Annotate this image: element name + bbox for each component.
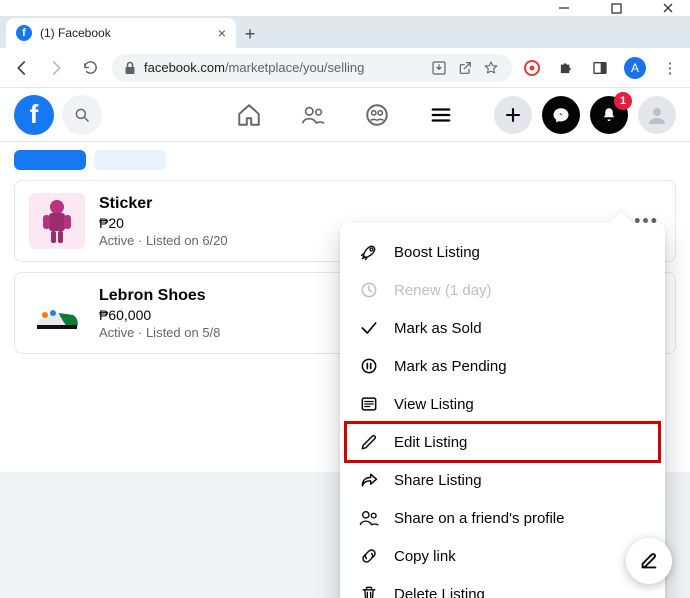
back-button[interactable]: [10, 56, 34, 80]
menu-share-listing[interactable]: Share Listing: [346, 461, 659, 499]
listing-meta: Active · Listed on 6/20: [99, 233, 228, 248]
listing-title: Sticker: [99, 195, 228, 213]
menu-label: Renew (1 day): [394, 282, 492, 299]
tab-close-icon[interactable]: ×: [218, 25, 226, 41]
extension-icons: A ⋮: [522, 57, 680, 79]
share-icon[interactable]: [456, 59, 474, 77]
install-app-icon[interactable]: [430, 59, 448, 77]
menu-label: Share Listing: [394, 472, 482, 489]
menu-label: Edit Listing: [394, 434, 467, 451]
menu-label: Boost Listing: [394, 244, 480, 261]
filter-pills: [14, 150, 676, 170]
menu-mark-pending[interactable]: Mark as Pending: [346, 347, 659, 385]
compose-fab[interactable]: [626, 538, 672, 584]
facebook-header: f 1: [0, 88, 690, 142]
listing-meta: Active · Listed on 5/8: [99, 325, 220, 340]
create-button[interactable]: [494, 96, 532, 134]
reload-button[interactable]: [78, 56, 102, 80]
share-arrow-icon: [358, 469, 380, 491]
menu-hamburger-icon[interactable]: [428, 102, 454, 128]
menu-label: Mark as Sold: [394, 320, 482, 337]
listing-thumbnail: [29, 193, 85, 249]
facebook-center-nav: [236, 102, 454, 128]
friends-icon[interactable]: [300, 102, 326, 128]
menu-mark-sold[interactable]: Mark as Sold: [346, 309, 659, 347]
menu-delete-listing[interactable]: Delete Listing: [346, 575, 659, 598]
facebook-right-nav: 1: [494, 96, 676, 134]
new-tab-button[interactable]: +: [236, 20, 264, 48]
link-icon: [358, 545, 380, 567]
groups-icon[interactable]: [364, 102, 390, 128]
browser-tabstrip: f (1) Facebook × +: [0, 16, 690, 48]
window-minimize-icon[interactable]: [556, 0, 572, 16]
chrome-menu-icon[interactable]: ⋮: [660, 58, 680, 78]
window-close-icon[interactable]: [660, 0, 676, 16]
pencil-icon: [358, 431, 380, 453]
clock-icon: [358, 279, 380, 301]
menu-label: Delete Listing: [394, 586, 485, 598]
people-icon: [358, 507, 380, 529]
menu-share-friend-profile[interactable]: Share on a friend's profile: [346, 499, 659, 537]
messenger-button[interactable]: [542, 96, 580, 134]
menu-copy-link[interactable]: Copy link: [346, 537, 659, 575]
listing-price: ₱60,000: [99, 307, 220, 323]
menu-label: Share on a friend's profile: [394, 510, 564, 527]
pause-circle-icon: [358, 355, 380, 377]
bookmark-star-icon[interactable]: [482, 59, 500, 77]
menu-edit-listing[interactable]: Edit Listing: [346, 423, 659, 461]
listing-title: Lebron Shoes: [99, 287, 220, 305]
profile-button[interactable]: [638, 96, 676, 134]
chrome-profile-avatar[interactable]: A: [624, 57, 646, 79]
notifications-button[interactable]: 1: [590, 96, 628, 134]
page-content: Sticker ₱20 Active · Listed on 6/20 ••• …: [0, 142, 690, 598]
filter-pill-active[interactable]: [14, 150, 86, 170]
browser-tab[interactable]: f (1) Facebook ×: [6, 18, 236, 48]
browser-toolbar: facebook.com/marketplace/you/selling A ⋮: [0, 48, 690, 88]
window-maximize-icon[interactable]: [608, 0, 624, 16]
menu-boost-listing[interactable]: Boost Listing: [346, 233, 659, 271]
menu-label: View Listing: [394, 396, 474, 413]
filter-pill[interactable]: [94, 150, 166, 170]
forward-button[interactable]: [44, 56, 68, 80]
menu-label: Copy link: [394, 548, 456, 565]
address-bar[interactable]: facebook.com/marketplace/you/selling: [112, 54, 512, 82]
list-icon: [358, 393, 380, 415]
tab-title: (1) Facebook: [40, 26, 210, 40]
trash-icon: [358, 583, 380, 598]
url-text: facebook.com/marketplace/you/selling: [144, 60, 422, 75]
facebook-search-button[interactable]: [62, 95, 102, 135]
check-icon: [358, 317, 380, 339]
facebook-logo-icon[interactable]: f: [14, 95, 54, 135]
rocket-icon: [358, 241, 380, 263]
home-icon[interactable]: [236, 102, 262, 128]
extension-red-circle-icon[interactable]: [522, 58, 542, 78]
listing-thumbnail: [29, 285, 85, 341]
menu-label: Mark as Pending: [394, 358, 507, 375]
extensions-puzzle-icon[interactable]: [556, 58, 576, 78]
menu-view-listing[interactable]: View Listing: [346, 385, 659, 423]
facebook-favicon-icon: f: [16, 25, 32, 41]
window-titlebar: [0, 0, 690, 16]
side-panel-icon[interactable]: [590, 58, 610, 78]
notification-badge: 1: [614, 92, 632, 110]
listing-price: ₱20: [99, 215, 228, 231]
lock-icon: [124, 61, 136, 75]
listing-actions-menu: Boost Listing Renew (1 day) Mark as Sold…: [340, 223, 665, 598]
menu-renew: Renew (1 day): [346, 271, 659, 309]
